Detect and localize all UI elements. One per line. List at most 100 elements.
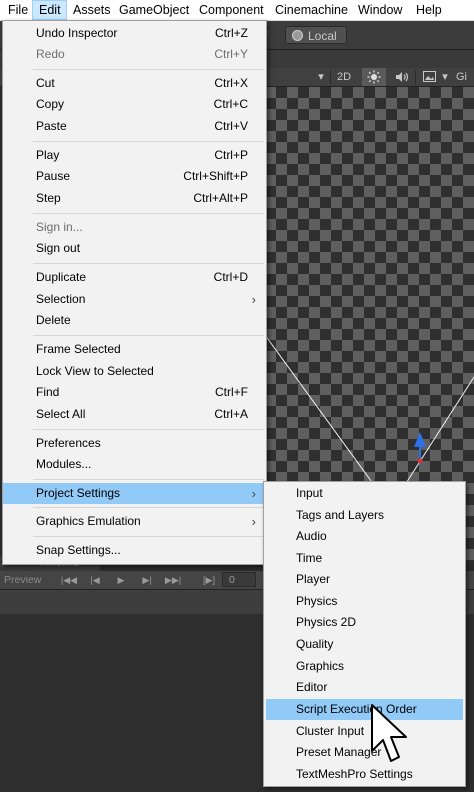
menu-item-label: Find: [36, 385, 60, 399]
menu-item-shortcut: Ctrl+Alt+P: [193, 191, 248, 205]
audio-icon[interactable]: [390, 68, 414, 86]
menu-item-label: Duplicate: [36, 270, 87, 284]
globe-icon: [292, 30, 303, 41]
menu-item-duplicate[interactable]: Duplicate Ctrl+D: [3, 267, 266, 288]
menu-item-label: Time: [296, 551, 323, 565]
go-to-start-icon[interactable]: |◀◀: [58, 573, 80, 587]
menu-item-preset-manager[interactable]: Preset Manager: [264, 742, 465, 763]
menu-item-cluster-input[interactable]: Cluster Input: [264, 721, 465, 742]
menu-item-audio[interactable]: Audio: [264, 526, 465, 547]
menu-item-redo: Redo Ctrl+Y: [3, 44, 266, 65]
local-label: Local: [308, 29, 337, 43]
menu-cinemachine[interactable]: Cinemachine: [275, 0, 348, 20]
next-frame-icon[interactable]: ▶|: [136, 573, 158, 587]
menu-window[interactable]: Window: [358, 0, 402, 20]
menu-edit[interactable]: Edit: [32, 0, 67, 20]
menu-item-textmeshpro-settings[interactable]: TextMeshPro Settings: [264, 764, 465, 785]
menu-item-label: Snap Settings...: [36, 543, 121, 557]
previous-frame-icon[interactable]: |◀: [84, 573, 106, 587]
gizmos-button[interactable]: Gi: [456, 68, 474, 86]
pivot-space-button[interactable]: Local: [285, 26, 347, 44]
menu-item-label: Player: [296, 572, 331, 586]
timeline-frame-field[interactable]: 0: [222, 572, 256, 587]
menu-item-tags-and-layers[interactable]: Tags and Layers: [264, 505, 465, 526]
menu-item-project-settings[interactable]: Project Settings ›: [3, 483, 266, 504]
menu-separator: [33, 429, 264, 430]
timeline-preview-button[interactable]: Preview: [4, 572, 41, 588]
menu-item-shortcut: Ctrl+Shift+P: [183, 169, 248, 183]
2d-toggle-button[interactable]: 2D: [332, 68, 356, 86]
menu-item-cut[interactable]: Cut Ctrl+X: [3, 73, 266, 94]
menu-item-modules[interactable]: Modules...: [3, 454, 266, 475]
menu-item-lock-view[interactable]: Lock View to Selected: [3, 361, 266, 382]
menu-item-label: Project Settings: [36, 486, 121, 500]
menu-item-label: Physics: [296, 594, 338, 608]
shading-dropdown-arrow[interactable]: ▾: [314, 68, 328, 86]
menu-item-label: Graphics Emulation: [36, 514, 141, 528]
menu-item-label: Modules...: [36, 457, 92, 471]
menu-item-player[interactable]: Player: [264, 569, 465, 590]
menu-item-input[interactable]: Input: [264, 483, 465, 504]
menu-item-pause[interactable]: Pause Ctrl+Shift+P: [3, 166, 266, 187]
menu-item-shortcut: Ctrl+A: [214, 407, 248, 421]
menu-item-shortcut: Ctrl+D: [213, 270, 248, 284]
menu-item-delete[interactable]: Delete: [3, 310, 266, 331]
menu-item-snap-settings[interactable]: Snap Settings...: [3, 540, 266, 561]
menu-item-label: Frame Selected: [36, 342, 121, 356]
menu-item-physics-2d[interactable]: Physics 2D: [264, 612, 465, 633]
menu-item-selection[interactable]: Selection ›: [3, 289, 266, 310]
menu-component[interactable]: Component: [199, 0, 264, 20]
menu-item-label: Cluster Input: [296, 724, 365, 738]
menu-item-select-all[interactable]: Select All Ctrl+A: [3, 404, 266, 425]
menu-bar: File Edit Assets GameObject Component Ci…: [0, 0, 474, 21]
menu-item-label: Paste: [36, 119, 67, 133]
menu-assets[interactable]: Assets: [73, 0, 111, 20]
menu-item-label: Lock View to Selected: [36, 364, 154, 378]
menu-item-step[interactable]: Step Ctrl+Alt+P: [3, 188, 266, 209]
menu-item-label: Cut: [36, 76, 55, 90]
menu-item-label: Sign in...: [36, 220, 83, 234]
menu-item-label: Preferences: [36, 436, 101, 450]
menu-separator: [33, 141, 264, 142]
menu-item-label: Tags and Layers: [296, 508, 385, 522]
menu-separator: [33, 263, 264, 264]
menu-item-preferences[interactable]: Preferences: [3, 433, 266, 454]
menu-item-frame-selected[interactable]: Frame Selected: [3, 339, 266, 360]
menu-item-find[interactable]: Find Ctrl+F: [3, 382, 266, 403]
menu-item-shortcut: Ctrl+X: [214, 76, 248, 90]
menu-item-label: Audio: [296, 529, 327, 543]
chevron-right-icon: ›: [251, 514, 256, 529]
play-icon[interactable]: ▶: [110, 573, 132, 587]
menu-item-label: Undo Inspector: [36, 26, 118, 40]
light-icon[interactable]: [362, 68, 386, 86]
menu-item-play[interactable]: Play Ctrl+P: [3, 145, 266, 166]
menu-item-label: Redo: [36, 47, 65, 61]
menu-item-sign-in: Sign in...: [3, 217, 266, 238]
mouse-pointer-icon: [371, 704, 407, 762]
menu-item-script-execution-order[interactable]: Script Execution Order: [266, 699, 463, 720]
menu-item-time[interactable]: Time: [264, 548, 465, 569]
chevron-right-icon: ›: [251, 486, 256, 501]
menu-item-label: Selection: [36, 292, 86, 306]
menu-gameobject[interactable]: GameObject: [119, 0, 189, 20]
menu-item-undo-inspector[interactable]: Undo Inspector Ctrl+Z: [3, 23, 266, 44]
menu-item-editor[interactable]: Editor: [264, 677, 465, 698]
menu-item-label: Quality: [296, 637, 334, 651]
menu-item-paste[interactable]: Paste Ctrl+V: [3, 116, 266, 137]
menu-item-graphics-emulation[interactable]: Graphics Emulation ›: [3, 511, 266, 532]
image-effects-dropdown-arrow[interactable]: ▾: [440, 68, 450, 86]
menu-file[interactable]: File: [8, 0, 28, 20]
menu-item-shortcut: Ctrl+V: [214, 119, 248, 133]
menu-item-graphics[interactable]: Graphics: [264, 656, 465, 677]
menu-item-physics[interactable]: Physics: [264, 591, 465, 612]
menu-item-label: Preset Manager: [296, 745, 382, 759]
menu-item-label: Input: [296, 486, 323, 500]
menu-item-sign-out[interactable]: Sign out: [3, 238, 266, 259]
menu-help[interactable]: Help: [416, 0, 442, 20]
menu-item-label: Step: [36, 191, 61, 205]
play-range-icon[interactable]: [▶]: [198, 573, 220, 587]
menu-item-copy[interactable]: Copy Ctrl+C: [3, 94, 266, 115]
menu-item-quality[interactable]: Quality: [264, 634, 465, 655]
go-to-end-icon[interactable]: ▶▶|: [162, 573, 184, 587]
image-effects-icon[interactable]: [418, 68, 440, 86]
